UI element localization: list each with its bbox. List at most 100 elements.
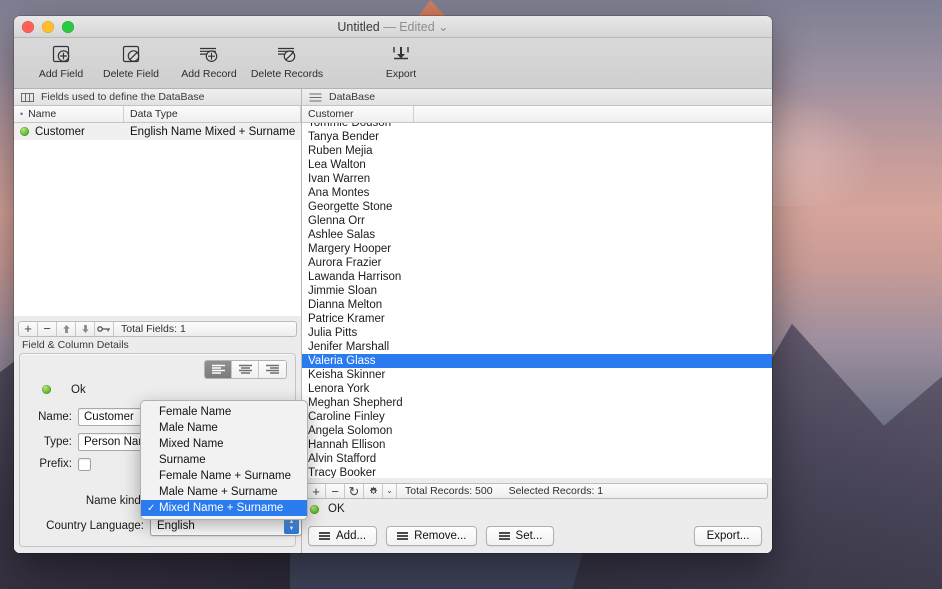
move-field-up-button[interactable] [57,322,76,336]
list-icon [499,532,510,540]
main-split-view: Fields used to define the DataBase • Nam… [14,89,772,553]
move-field-down-button[interactable] [76,322,95,336]
table-row[interactable]: Tanya Bender [302,130,772,144]
column-header-empty[interactable] [414,106,772,122]
column-header-customer[interactable]: Customer [302,106,414,122]
menu-item[interactable]: Male Name [141,420,307,436]
menu-item-label: Male Name [159,422,218,434]
table-row[interactable]: Customer English Name Mixed + Surname [14,123,301,140]
fields-table[interactable]: Customer English Name Mixed + Surname [14,123,301,316]
table-row[interactable]: Tracy Booker [302,466,772,478]
remove-record-row-button[interactable]: − [326,484,345,498]
database-action-buttons: Add... Remove... Set... Export... [302,519,772,553]
add-record-label: Add Record [181,68,236,80]
table-row[interactable]: Lenora York [302,382,772,396]
records-toolbar: + − ↻ ⌄ Total Records: 500 Selected Reco… [306,483,768,499]
export-label: Export [386,68,416,80]
remove-button[interactable]: Remove... [386,526,477,546]
window-titlebar[interactable]: Untitled — Edited ⌄ [14,16,772,38]
menu-item-label: Female Name [159,406,231,418]
records-table[interactable]: Tommie DodsonTanya BenderRuben MejiaLea … [302,123,772,478]
table-row[interactable]: Keisha Skinner [302,368,772,382]
table-row[interactable]: Ivan Warren [302,172,772,186]
menu-item[interactable]: Male Name + Surname [141,484,307,500]
export-records-button[interactable]: Export... [694,526,762,546]
refresh-icon[interactable]: ↻ [345,484,364,498]
table-row[interactable]: Patrice Kramer [302,312,772,326]
menu-item[interactable]: Surname [141,452,307,468]
table-row[interactable]: Valeria Glass [302,354,772,368]
table-row[interactable]: Glenna Orr [302,214,772,228]
add-record-button[interactable]: Add Record [170,41,248,80]
delete-field-button[interactable]: Delete Field [92,41,170,80]
table-row[interactable]: Margery Hooper [302,242,772,256]
table-row[interactable]: Hannah Ellison [302,438,772,452]
align-right-button[interactable] [259,361,286,378]
list-icon [319,532,330,540]
field-name-cell: Customer [14,126,124,138]
name-label: Name: [28,411,72,423]
chevron-down-icon[interactable]: ⌄ [383,484,397,498]
delete-records-icon [275,41,299,67]
maximize-button[interactable] [62,21,74,33]
table-row[interactable]: Dianna Melton [302,298,772,312]
table-row[interactable]: Julia Pitts [302,326,772,340]
add-field-row-button[interactable]: + [19,322,38,336]
alignment-segmented-control[interactable] [204,360,287,379]
export-button[interactable]: Export [370,41,432,80]
table-row[interactable]: Tommie Dodson [302,123,772,130]
key-field-icon[interactable] [95,322,114,336]
table-row[interactable]: Meghan Shepherd [302,396,772,410]
column-header-name-label: Name [28,108,56,120]
table-row[interactable]: Jenifer Marshall [302,340,772,354]
align-center-button[interactable] [232,361,259,378]
table-row[interactable]: Ashlee Salas [302,228,772,242]
table-row[interactable]: Jimmie Sloan [302,284,772,298]
gear-icon[interactable] [364,484,383,498]
column-header-datatype[interactable]: Data Type [124,106,301,122]
add-field-label: Add Field [39,68,83,80]
record-name: Julia Pitts [308,327,357,339]
prefix-checkbox[interactable] [78,458,91,471]
record-name: Alvin Stafford [308,453,376,465]
add-record-row-button[interactable]: + [307,484,326,498]
table-row[interactable]: Ana Montes [302,186,772,200]
chevron-down-icon[interactable]: ⌄ [438,20,448,34]
status-ok-icon [42,385,51,394]
table-row[interactable]: Caroline Finley [302,410,772,424]
column-header-name[interactable]: • Name [14,106,124,122]
window-title: Untitled — Edited ⌄ [14,19,772,34]
record-name: Tommie Dodson [308,123,391,129]
menu-item[interactable]: Female Name [141,404,307,420]
table-row[interactable]: Angela Solomon [302,424,772,438]
record-name: Angela Solomon [308,425,392,437]
add-field-icon [50,41,72,67]
spacer [14,316,301,321]
table-row[interactable]: Alvin Stafford [302,452,772,466]
record-name: Jimmie Sloan [308,285,377,297]
align-left-button[interactable] [205,361,232,378]
details-status-row: Ok [42,384,86,396]
set-button[interactable]: Set... [486,526,554,546]
add-field-button[interactable]: Add Field [30,41,92,80]
delete-records-button[interactable]: Delete Records [248,41,326,80]
fields-toolbar: + − Total Fields: 1 [18,321,297,337]
table-row[interactable]: Georgette Stone [302,200,772,214]
close-button[interactable] [22,21,34,33]
menu-item[interactable]: ✓Mixed Name + Surname [141,500,307,516]
remove-button-label: Remove... [414,530,466,542]
name-kind-dropdown-menu[interactable]: Female Name Male Name Mixed NameSurnameFem… [140,400,308,520]
menu-item[interactable]: Female Name + Surname [141,468,307,484]
add-button[interactable]: Add... [308,526,377,546]
table-row[interactable]: Aurora Frazier [302,256,772,270]
table-row[interactable]: Ruben Mejia [302,144,772,158]
title-separator: — [383,20,396,34]
minimize-button[interactable] [42,21,54,33]
table-row[interactable]: Lea Walton [302,158,772,172]
record-name: Caroline Finley [308,411,385,423]
menu-item[interactable]: Mixed Name [141,436,307,452]
table-row[interactable]: Lawanda Harrison [302,270,772,284]
record-name: Ashlee Salas [308,229,375,241]
column-header-customer-label: Customer [308,108,354,120]
remove-field-row-button[interactable]: − [38,322,57,336]
